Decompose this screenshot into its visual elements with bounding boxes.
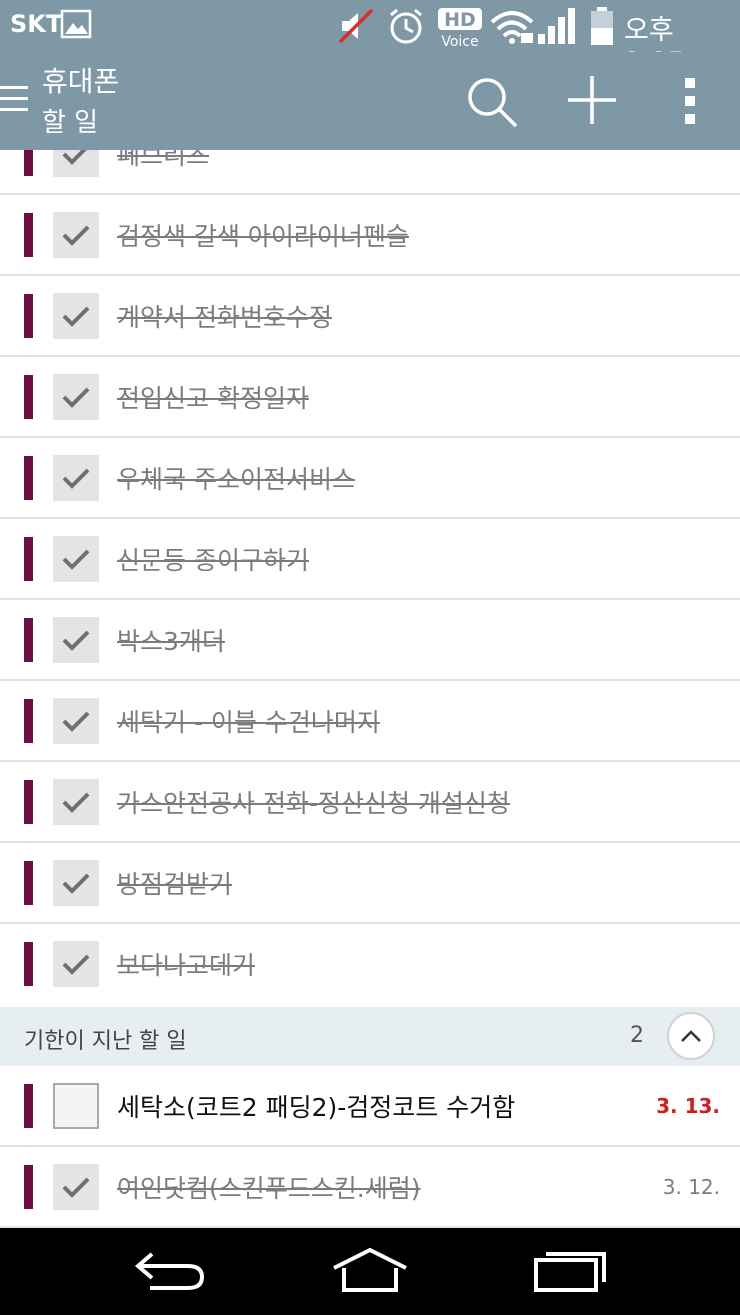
task-row[interactable]: 신문등 종이구하기 [0, 519, 740, 600]
category-color-bar [24, 1084, 33, 1128]
task-title: 계약서 전화번호수정 [117, 303, 332, 332]
navigation-bar [0, 1228, 740, 1315]
task-title: 방점검받기 [117, 870, 233, 899]
task-row[interactable]: 계약서 전화번호수정 [0, 276, 740, 357]
task-checkbox[interactable] [53, 941, 99, 987]
check-icon [62, 150, 87, 165]
task-title: 전입신고 확정일자 [117, 384, 309, 413]
check-icon [62, 954, 90, 975]
recents-icon[interactable] [532, 1246, 608, 1296]
back-icon[interactable] [132, 1248, 208, 1294]
section-count: 2 [630, 1023, 644, 1048]
add-icon[interactable] [566, 74, 618, 126]
category-color-bar [24, 537, 33, 581]
collapse-button[interactable] [667, 1012, 715, 1060]
overdue-section-header[interactable]: 기한이 지난 할 일 2 [0, 1007, 740, 1066]
task-checkbox[interactable] [53, 536, 99, 582]
check-icon [62, 549, 90, 570]
battery-icon [591, 7, 613, 45]
task-row[interactable]: 검정색 갈색 아이라이너펜슬 [0, 195, 740, 276]
search-icon[interactable] [464, 74, 520, 130]
more-vert-icon[interactable] [676, 76, 704, 126]
section-label: 기한이 지난 할 일 [24, 1029, 187, 1054]
alarm-icon [390, 8, 422, 44]
hd-voice-icon: HD Voice [438, 8, 482, 48]
task-title: 우체국 주소이전서비스 [117, 465, 355, 494]
task-title: 보다나고데기 [117, 951, 256, 980]
task-checkbox[interactable] [53, 779, 99, 825]
task-checkbox[interactable] [53, 374, 99, 420]
check-icon [62, 711, 90, 732]
task-checkbox[interactable] [53, 150, 99, 177]
task-title: 가스안전공사 전화-정산신청 개설신청 [117, 789, 510, 818]
signal-icon [538, 8, 575, 44]
page-title: 휴대폰 [42, 65, 120, 98]
task-row[interactable]: 우체국 주소이전서비스 [0, 438, 740, 519]
task-row[interactable]: 여인닷컴(스킨푸드스킨.세럼) 3. 12. [0, 1147, 740, 1228]
task-title: 여인닷컴(스킨푸드스킨.세럼) [117, 1174, 421, 1203]
wifi-icon [490, 11, 534, 44]
category-color-bar [24, 861, 33, 905]
category-color-bar [24, 942, 33, 986]
task-checkbox[interactable] [53, 455, 99, 501]
task-row[interactable]: 박스3개더 [0, 600, 740, 681]
check-icon [62, 225, 90, 246]
svg-text:Voice: Voice [441, 34, 478, 48]
svg-text:HD: HD [444, 9, 476, 31]
category-color-bar [24, 150, 33, 176]
check-icon [62, 873, 90, 894]
check-icon [62, 630, 90, 651]
due-date: 3. 12. [662, 1175, 720, 1199]
task-row[interactable]: 세탁기 - 이불 수건나머지 [0, 681, 740, 762]
task-list: 페브리즈 검정색 갈색 아이라이너펜슬 계약서 전화번호수정 전입신고 확정일자… [0, 150, 740, 1228]
task-row[interactable]: 방점검받기 [0, 843, 740, 924]
carrier-label: SKT [10, 10, 63, 38]
category-color-bar [24, 456, 33, 500]
app-bar: 휴대폰 할 일 [0, 52, 740, 150]
chevron-up-icon [681, 1030, 701, 1042]
task-title: 신문등 종이구하기 [117, 546, 309, 575]
task-title: 검정색 갈색 아이라이너펜슬 [117, 222, 409, 251]
task-checkbox[interactable] [53, 1083, 99, 1129]
category-color-bar [24, 780, 33, 824]
category-color-bar [24, 618, 33, 662]
task-title: 세탁기 - 이불 수건나머지 [117, 708, 380, 737]
task-checkbox[interactable] [53, 860, 99, 906]
category-color-bar [24, 294, 33, 338]
task-row[interactable]: 세탁소(코트2 패딩2)-검정코트 수거함 3. 13. [0, 1066, 740, 1147]
mute-icon [338, 8, 374, 44]
task-title: 페브리즈 [117, 150, 210, 170]
category-color-bar [24, 375, 33, 419]
task-title: 세탁소(코트2 패딩2)-검정코트 수거함 [117, 1093, 516, 1122]
home-icon[interactable] [330, 1246, 410, 1296]
category-color-bar [24, 213, 33, 257]
page-subtitle: 할 일 [42, 108, 99, 138]
menu-icon[interactable] [0, 82, 30, 116]
task-checkbox[interactable] [53, 1164, 99, 1210]
status-bar: SKT HD Voice 오후 2:05 [0, 0, 740, 78]
task-row[interactable]: 페브리즈 [0, 150, 740, 195]
gallery-icon [60, 9, 92, 39]
check-icon [62, 1177, 90, 1198]
task-checkbox[interactable] [53, 212, 99, 258]
category-color-bar [24, 1165, 33, 1209]
task-checkbox[interactable] [53, 698, 99, 744]
task-row[interactable]: 가스안전공사 전화-정산신청 개설신청 [0, 762, 740, 843]
check-icon [62, 387, 90, 408]
task-title: 박스3개더 [117, 627, 225, 656]
check-icon [62, 306, 90, 327]
task-row[interactable]: 전입신고 확정일자 [0, 357, 740, 438]
check-icon [62, 468, 90, 489]
task-checkbox[interactable] [53, 617, 99, 663]
check-icon [62, 792, 90, 813]
task-row[interactable]: 보다나고데기 [0, 924, 740, 1005]
due-date: 3. 13. [656, 1094, 720, 1118]
category-color-bar [24, 699, 33, 743]
task-checkbox[interactable] [53, 293, 99, 339]
